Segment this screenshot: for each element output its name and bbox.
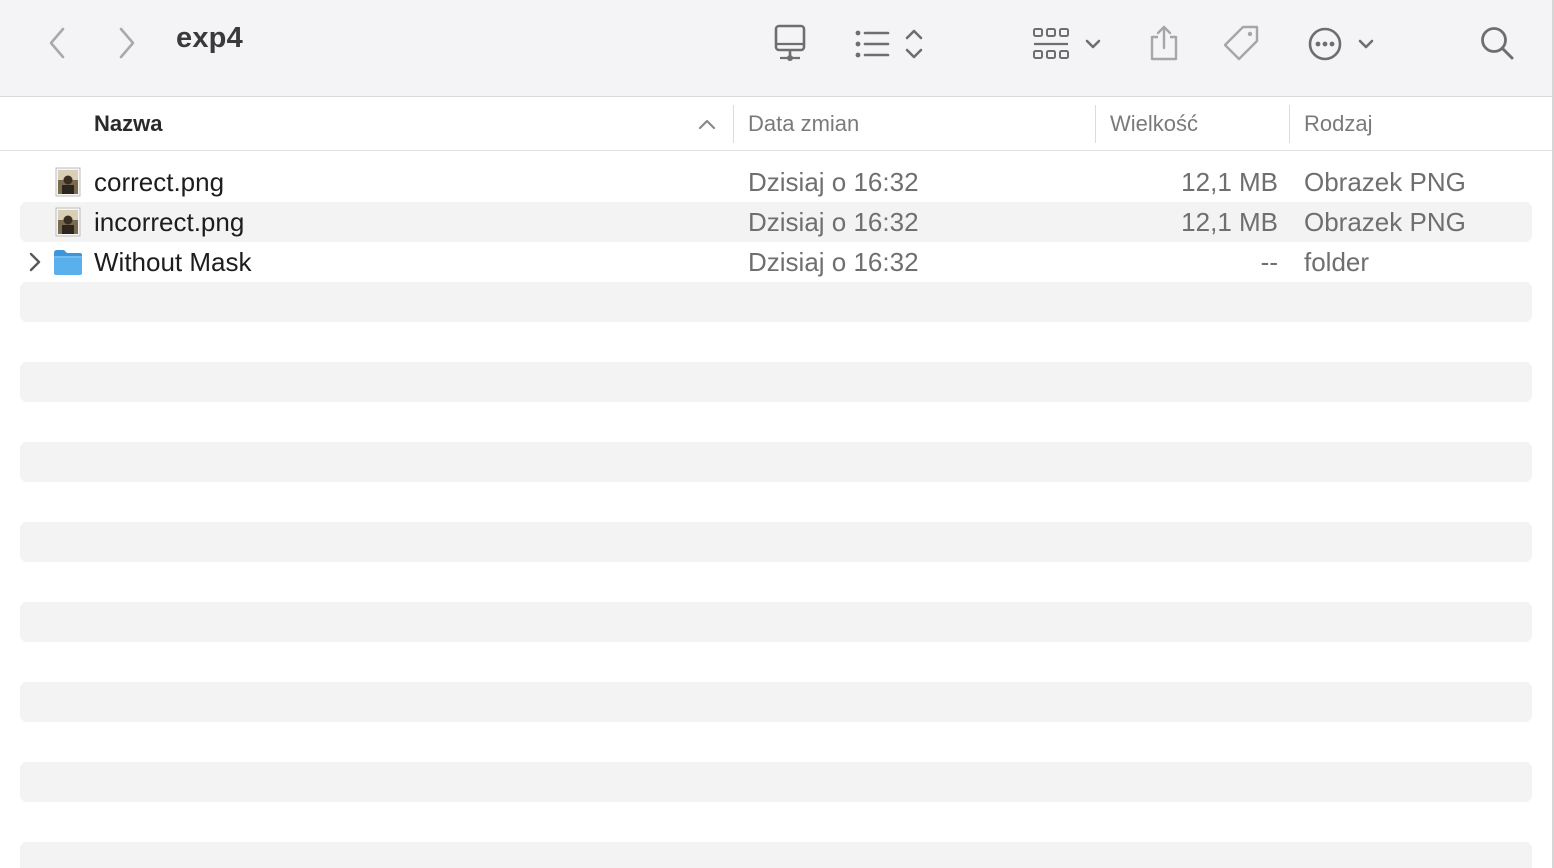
png-image-icon xyxy=(54,167,82,197)
more-actions-button[interactable] xyxy=(1304,22,1380,64)
file-kind: folder xyxy=(1304,246,1370,277)
file-size: -- xyxy=(1260,246,1278,277)
file-name: Without Mask xyxy=(94,246,252,277)
toolbar: exp4 xyxy=(0,0,1552,97)
empty-row-stripe xyxy=(20,282,1532,322)
chevron-right-icon xyxy=(119,27,135,59)
tag-icon xyxy=(1223,25,1259,61)
png-image-icon xyxy=(54,207,82,237)
disclosure-triangle-icon[interactable] xyxy=(28,252,42,277)
share-button[interactable] xyxy=(1144,22,1184,64)
share-icon xyxy=(1150,25,1178,61)
column-divider[interactable] xyxy=(1289,105,1290,143)
computer-icon xyxy=(774,24,806,61)
column-divider[interactable] xyxy=(733,105,734,143)
chevron-left-icon xyxy=(49,27,65,59)
empty-row-stripe xyxy=(20,682,1532,722)
folder-icon xyxy=(52,247,84,277)
finder-window: exp4 Nazwa Data zmian Wielkość Rodzaj co… xyxy=(0,0,1554,868)
file-date: Dzisiaj o 16:32 xyxy=(748,246,919,277)
empty-row-stripe xyxy=(20,762,1532,802)
file-date: Dzisiaj o 16:32 xyxy=(748,166,919,197)
search-icon xyxy=(1481,27,1514,60)
file-date: Dzisiaj o 16:32 xyxy=(748,206,919,237)
back-button[interactable] xyxy=(40,26,74,60)
file-kind: Obrazek PNG xyxy=(1304,166,1466,197)
column-name-header[interactable]: Nazwa xyxy=(94,97,162,151)
empty-row-stripe xyxy=(20,522,1532,562)
more-icon xyxy=(1308,27,1374,61)
file-row-incorrect[interactable]: incorrect.png Dzisiaj o 16:32 12,1 MB Ob… xyxy=(20,202,1532,242)
file-row-correct[interactable]: correct.png Dzisiaj o 16:32 12,1 MB Obra… xyxy=(20,162,1532,202)
file-size: 12,1 MB xyxy=(1181,206,1278,237)
file-name: incorrect.png xyxy=(94,206,245,237)
file-name: correct.png xyxy=(94,166,225,197)
window-title: exp4 xyxy=(176,22,243,54)
column-kind-header[interactable]: Rodzaj xyxy=(1304,97,1372,151)
search-button[interactable] xyxy=(1476,22,1518,64)
tag-button[interactable] xyxy=(1220,22,1262,64)
forward-button[interactable] xyxy=(110,26,144,60)
column-divider[interactable] xyxy=(1095,105,1096,143)
list-view-icon xyxy=(855,29,923,59)
sort-ascending-icon[interactable] xyxy=(698,115,716,138)
group-icon xyxy=(1033,28,1101,59)
folder-row-without-mask[interactable]: Without Mask Dzisiaj o 16:32 -- folder xyxy=(20,242,1532,282)
column-size-header[interactable]: Wielkość xyxy=(1110,97,1198,151)
empty-row-stripe xyxy=(20,362,1532,402)
file-size: 12,1 MB xyxy=(1181,166,1278,197)
computer-button[interactable] xyxy=(770,22,810,64)
column-date-header[interactable]: Data zmian xyxy=(748,97,859,151)
empty-row-stripe xyxy=(20,442,1532,482)
view-options-button[interactable] xyxy=(852,24,928,64)
group-button[interactable] xyxy=(1030,24,1106,64)
column-header: Nazwa Data zmian Wielkość Rodzaj xyxy=(0,97,1552,151)
file-kind: Obrazek PNG xyxy=(1304,206,1466,237)
empty-row-stripe xyxy=(20,842,1532,868)
empty-row-stripe xyxy=(20,602,1532,642)
